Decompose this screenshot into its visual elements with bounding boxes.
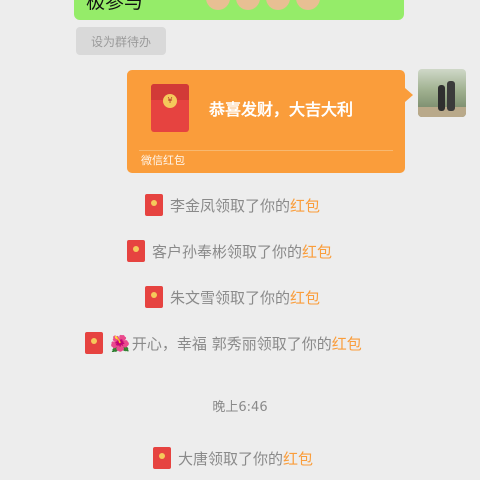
red-packet-claim-notice: 客户孙奉彬领取了你的红包: [127, 240, 332, 262]
clap-icon: [266, 0, 290, 10]
claim-text: 领取了你的: [215, 196, 291, 215]
message-bubble-partial[interactable]: 极参与: [74, 0, 404, 20]
red-packet-claim-notice: 李金凤领取了你的红包: [145, 194, 320, 216]
set-group-todo-button[interactable]: 设为群待办: [76, 27, 166, 55]
red-packet-icon: [153, 447, 171, 469]
red-packet-icon: ¥: [151, 84, 189, 132]
red-packet-link[interactable]: 红包: [290, 197, 320, 215]
clap-icon: [296, 0, 320, 10]
red-packet-link[interactable]: 红包: [332, 335, 362, 353]
message-text: 极参与: [86, 0, 144, 13]
avatar[interactable]: [418, 69, 466, 117]
claimer-name: 开心，幸福 郭秀丽: [131, 334, 257, 353]
claimer-name: 客户孙奉彬: [152, 242, 228, 261]
red-packet-icon: [145, 286, 163, 308]
red-packet-icon: [127, 240, 145, 262]
claimer-name: 朱文雪: [170, 288, 216, 307]
hibiscus-icon: 🌺: [110, 333, 130, 353]
red-packet-message[interactable]: ¥ 恭喜发财，大吉大利 微信红包: [127, 70, 413, 173]
clap-icon: [236, 0, 260, 10]
red-packet-icon: [145, 194, 163, 216]
claim-text: 领取了你的: [256, 334, 332, 353]
claimer-name: 大唐: [178, 449, 209, 468]
red-packet-link[interactable]: 红包: [302, 243, 332, 261]
red-packet-link[interactable]: 红包: [290, 289, 320, 307]
red-packet-footer: 微信红包: [141, 154, 185, 167]
claim-text: 领取了你的: [227, 242, 303, 261]
timestamp: 晚上6:46: [212, 400, 268, 415]
red-packet-seal: ¥: [163, 94, 177, 108]
red-packet-link[interactable]: 红包: [283, 450, 313, 468]
clap-emoji-row: [206, 0, 320, 10]
red-packet-icon: [85, 332, 103, 354]
claimer-name: 李金凤: [170, 196, 216, 215]
red-packet-claim-notice: 朱文雪领取了你的红包: [145, 286, 320, 308]
divider: [139, 150, 393, 151]
red-packet-claim-notice: 🌺 开心，幸福 郭秀丽领取了你的红包: [85, 332, 362, 354]
clap-icon: [206, 0, 230, 10]
red-packet-claim-notice: 大唐领取了你的红包: [153, 447, 313, 469]
red-packet-title: 恭喜发财，大吉大利: [209, 100, 354, 119]
claim-text: 领取了你的: [208, 449, 284, 468]
claim-text: 领取了你的: [215, 288, 291, 307]
